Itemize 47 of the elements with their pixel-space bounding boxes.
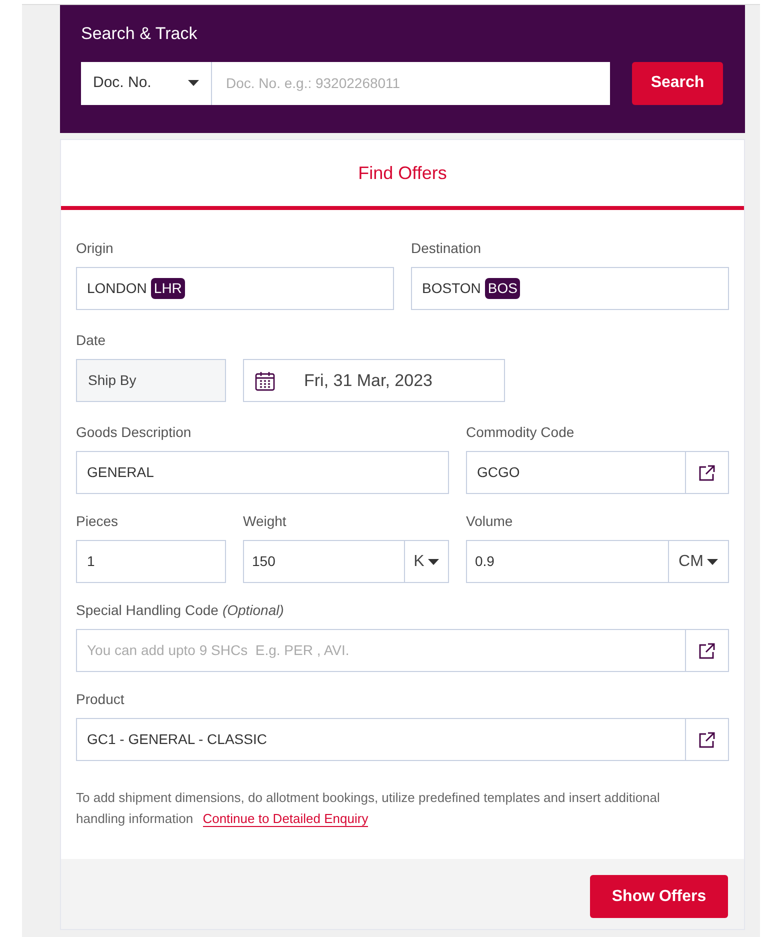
field-label: Commodity Code: [466, 423, 576, 442]
info-text: To add shipment dimensions, do allotment bookings, utilize predefined templates and insert additional handling information Continue to Detailed Enquiry: [76, 789, 661, 829]
field-label: Special Handling Code: [76, 601, 218, 620]
airport-code: LHR: [150, 278, 185, 299]
field-label: Origin: [76, 239, 114, 258]
caret-icon: [188, 80, 199, 86]
text-field[interactable]: GENERAL: [76, 451, 449, 494]
airport-field[interactable]: BOSTON BOS: [411, 267, 729, 310]
external-link-icon: [698, 730, 716, 748]
caret-icon: [428, 558, 440, 564]
text-field[interactable]: You can add upto 9 SHCs E.g. PER , AVI.: [76, 629, 686, 672]
detailed-enquiry-link[interactable]: Continue to Detailed Enquiry: [202, 811, 368, 827]
calendar-icon: [254, 370, 276, 392]
text-field[interactable]: 1: [76, 540, 226, 583]
text-field[interactable]: 0.9: [466, 540, 669, 583]
lookup-button[interactable]: [686, 451, 729, 494]
airport-field[interactable]: LONDON LHR: [76, 267, 394, 310]
unit-dropdown[interactable]: CM: [669, 540, 729, 583]
field-label: Destination: [411, 239, 482, 258]
external-link-icon: [698, 464, 716, 482]
card-tab[interactable]: Find Offers: [61, 140, 744, 210]
panel-title: Search & Track: [81, 23, 198, 45]
field-label: Product: [76, 690, 126, 709]
doc-type-dropdown[interactable]: Doc. No.: [81, 62, 212, 104]
date-type-field[interactable]: Ship By: [76, 359, 226, 402]
city-name: LONDON: [87, 279, 147, 298]
field-label: Volume: [466, 512, 514, 531]
text-field[interactable]: GC1 - GENERAL - CLASSIC: [76, 718, 686, 761]
field-label: Goods Description: [76, 423, 192, 442]
caret-icon: [707, 558, 718, 564]
date-value: Fri, 31 Mar, 2023: [304, 370, 433, 392]
text-field[interactable]: GCGO: [466, 451, 686, 494]
optional-hint: (Optional): [222, 601, 284, 620]
field-label: Pieces: [76, 512, 120, 531]
show-offers-button[interactable]: Show Offers: [590, 875, 728, 918]
search-button[interactable]: Search: [632, 62, 723, 104]
date-field[interactable]: Fri, 31 Mar, 2023: [243, 359, 505, 402]
external-link-icon: [698, 642, 716, 660]
text-field[interactable]: 150: [243, 540, 405, 583]
lookup-button[interactable]: [686, 629, 729, 672]
lookup-button[interactable]: [686, 718, 729, 761]
field-label: Weight: [243, 512, 288, 531]
city-name: BOSTON: [422, 279, 481, 298]
unit-dropdown[interactable]: K: [405, 540, 449, 583]
search-field[interactable]: Doc. No. e.g.: 93202268011: [212, 62, 610, 104]
airport-code: BOS: [484, 278, 520, 299]
field-label: Date: [76, 331, 107, 350]
